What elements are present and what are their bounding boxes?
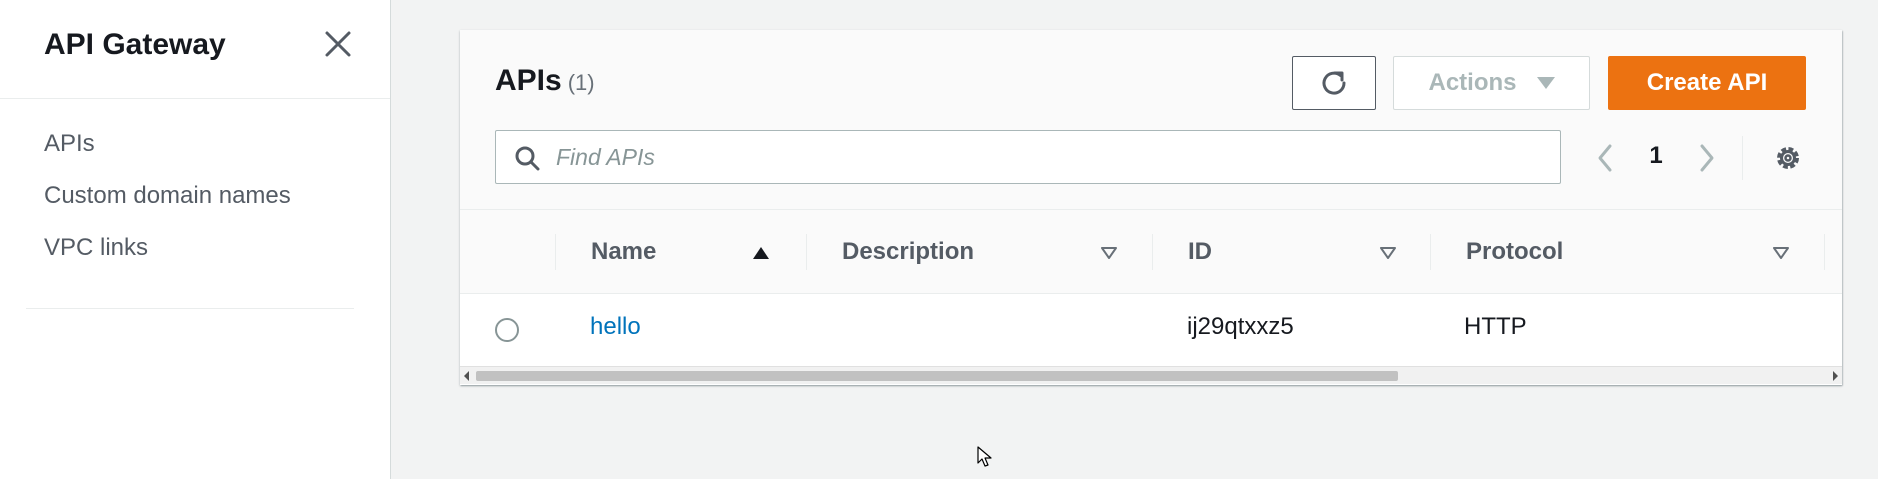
column-divider (1824, 234, 1825, 270)
sort-descending-icon[interactable] (1100, 246, 1118, 260)
sidebar-item-apis[interactable]: APIs (44, 126, 291, 178)
sidebar-item-custom-domain-names[interactable]: Custom domain names (44, 178, 291, 230)
panel-header: APIs(1) Actions Create API 1 (460, 30, 1842, 210)
column-divider (555, 234, 556, 270)
sort-descending-icon[interactable] (1772, 246, 1790, 260)
search-input[interactable] (556, 131, 1546, 183)
api-id: ij29qtxxz5 (1187, 313, 1294, 340)
sidebar-nav: APIs Custom domain names VPC links (44, 126, 291, 282)
sidebar: API Gateway APIs Custom domain names VPC… (0, 0, 391, 479)
column-header-protocol[interactable]: Protocol (1466, 226, 1563, 278)
column-divider (1152, 234, 1153, 270)
sidebar-divider (26, 308, 354, 309)
sidebar-header: API Gateway (0, 0, 390, 99)
sidebar-item-vpc-links[interactable]: VPC links (44, 230, 291, 282)
actions-button[interactable]: Actions (1393, 56, 1590, 110)
column-header-name[interactable]: Name (591, 226, 656, 278)
chevron-left-icon[interactable] (1590, 138, 1620, 178)
page-number[interactable]: 1 (1644, 142, 1668, 170)
column-divider (806, 234, 807, 270)
table-row[interactable]: hello ij29qtxxz5 HTTP (460, 294, 1842, 364)
column-header-id[interactable]: ID (1188, 226, 1212, 278)
table-header: Name Description ID Protocol (460, 210, 1842, 294)
api-protocol: HTTP (1464, 313, 1527, 340)
settings-icon[interactable] (1772, 142, 1804, 174)
api-count: (1) (567, 70, 595, 95)
api-name-link[interactable]: hello (590, 313, 641, 341)
horizontal-scrollbar[interactable] (460, 366, 1842, 384)
scrollbar-thumb[interactable] (476, 371, 1398, 381)
sort-descending-icon[interactable] (1379, 246, 1397, 260)
search-box (495, 130, 1561, 184)
column-header-description[interactable]: Description (842, 226, 974, 278)
caret-down-icon (1536, 77, 1555, 89)
chevron-right-icon[interactable] (1692, 138, 1722, 178)
panel-title-text: APIs (495, 64, 562, 97)
apis-panel: APIs(1) Actions Create API 1 (460, 30, 1842, 385)
refresh-icon (1322, 71, 1346, 95)
refresh-button[interactable] (1292, 56, 1376, 110)
actions-label: Actions (1428, 69, 1517, 96)
sort-ascending-icon[interactable] (752, 246, 770, 260)
close-icon[interactable] (322, 28, 354, 60)
pager-divider (1742, 136, 1743, 180)
mouse-cursor-icon (977, 446, 992, 467)
row-select-radio[interactable] (495, 318, 519, 342)
page-title: APIs (1) (495, 64, 595, 98)
scroll-left-arrow-icon[interactable] (464, 371, 469, 381)
scroll-right-arrow-icon[interactable] (1833, 371, 1838, 381)
sidebar-title: API Gateway (44, 28, 226, 61)
search-icon (515, 146, 540, 171)
column-divider (1430, 234, 1431, 270)
create-api-button[interactable]: Create API (1608, 56, 1806, 110)
